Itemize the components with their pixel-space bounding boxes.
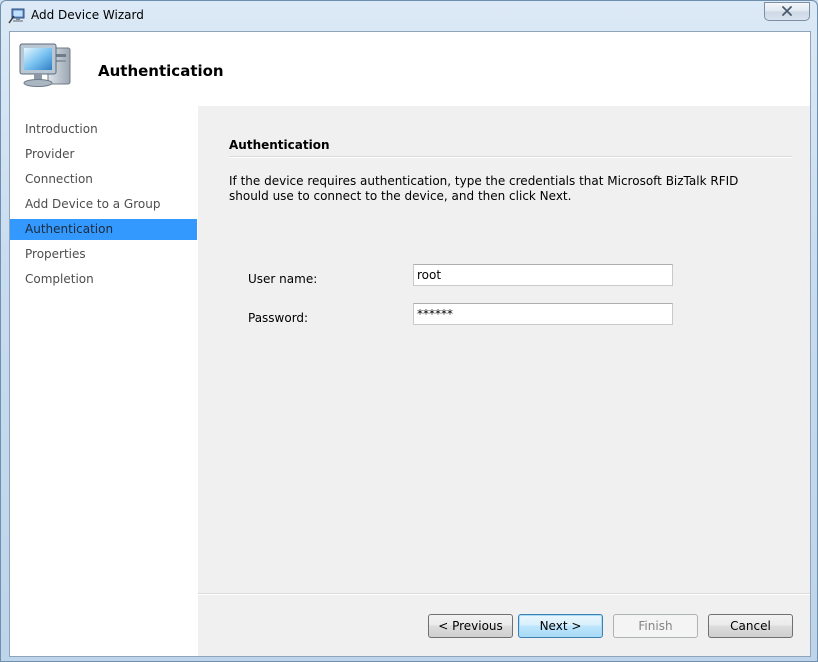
nav-item-introduction[interactable]: Introduction: [10, 119, 197, 140]
window-frame: Add Device Wizard Authentication Introdu…: [0, 0, 818, 662]
wizard-header: Authentication: [10, 32, 810, 107]
computer-icon: [16, 38, 76, 96]
footer-divider: [198, 593, 810, 595]
nav-item-provider[interactable]: Provider: [10, 144, 197, 165]
previous-button[interactable]: < Previous: [428, 614, 513, 638]
window-title: Add Device Wizard: [31, 8, 144, 22]
nav-item-properties[interactable]: Properties: [10, 244, 197, 265]
cancel-button[interactable]: Cancel: [708, 614, 793, 638]
finish-button[interactable]: Finish: [613, 614, 698, 638]
password-field[interactable]: [413, 303, 673, 325]
wizard-icon: [8, 8, 26, 24]
wizard-steps-nav: Introduction Provider Connection Add Dev…: [10, 106, 198, 656]
nav-item-authentication[interactable]: Authentication: [10, 219, 197, 240]
close-icon: [781, 5, 793, 19]
title-bar[interactable]: Add Device Wizard: [1, 1, 818, 31]
nav-item-completion[interactable]: Completion: [10, 269, 197, 290]
username-field[interactable]: [413, 264, 673, 286]
nav-item-add-device-to-group[interactable]: Add Device to a Group: [10, 194, 197, 215]
section-description: If the device requires authentication, t…: [229, 174, 739, 203]
close-button[interactable]: [764, 2, 810, 21]
section-divider: [229, 156, 792, 158]
nav-item-connection[interactable]: Connection: [10, 169, 197, 190]
section-title: Authentication: [229, 138, 330, 152]
wizard-client-area: Authentication Introduction Provider Con…: [9, 31, 811, 657]
wizard-content: Authentication If the device requires au…: [198, 106, 810, 656]
next-button[interactable]: Next >: [518, 614, 603, 638]
header-title: Authentication: [98, 62, 224, 80]
username-label: User name:: [248, 272, 318, 286]
password-label: Password:: [248, 311, 309, 325]
